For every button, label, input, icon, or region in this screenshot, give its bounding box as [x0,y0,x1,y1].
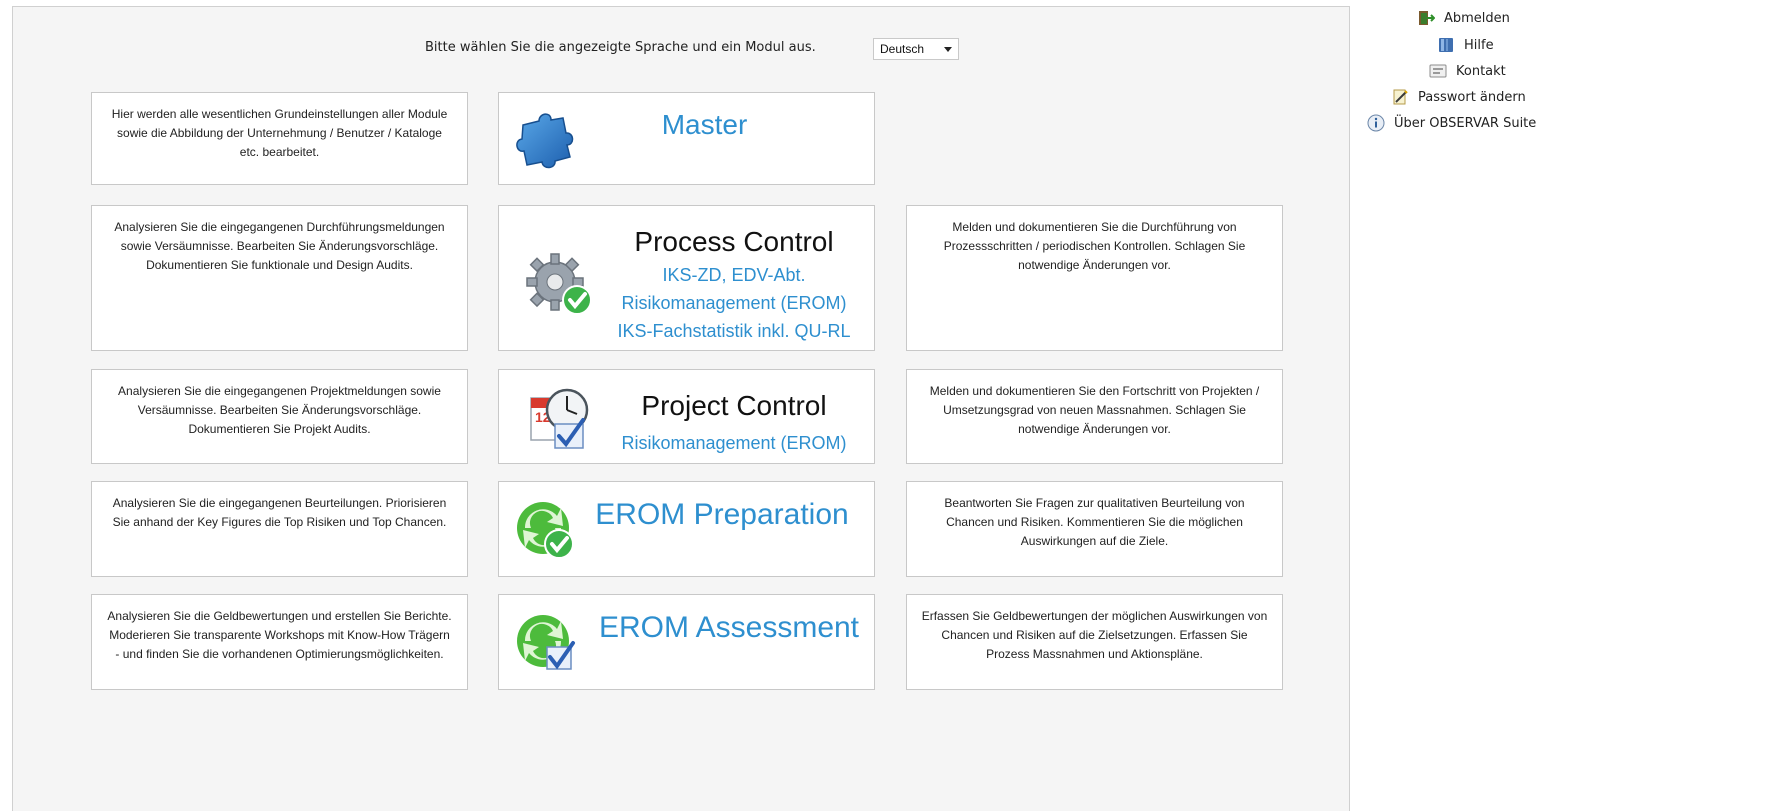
erom-preparation-admin-description: Analysieren Sie die eingegangenen Beurte… [91,481,468,577]
sidebar-item-label: Kontakt [1456,63,1506,79]
module-subtitle[interactable]: Risikomanagement (EROM) [599,290,869,316]
green-refresh-checkbox-icon [517,615,575,670]
module-title: Project Control [641,390,827,421]
info-icon [1367,114,1385,132]
module-subtitle[interactable]: IKS-Fachstatistik inkl. QU-RL [599,318,869,344]
password-edit-icon [1393,89,1408,105]
project-control-admin-description: Analysieren Sie die eingegangenen Projek… [91,369,468,464]
sidebar-item-ueber-observar[interactable]: Über OBSERVAR Suite [1367,114,1536,132]
sidebar-item-label: Über OBSERVAR Suite [1394,115,1537,131]
sidebar-item-passwort-aendern[interactable]: Passwort ändern [1391,88,1526,106]
module-erom-assessment[interactable]: EROM Assessment [498,594,875,690]
contact-card-icon [1429,64,1447,78]
sidebar-item-label: Passwort ändern [1418,89,1526,105]
erom-preparation-user-description: Beantworten Sie Fragen zur qualitativen … [906,481,1283,577]
process-control-admin-description: Analysieren Sie die eingegangenen Durchf… [91,205,468,351]
help-book-icon [1439,38,1453,52]
sidebar-item-label: Abmelden [1444,10,1510,26]
project-control-user-description: Melden und dokumentieren Sie den Fortsch… [906,369,1283,464]
language-select[interactable]: Deutsch [873,38,959,60]
module-title: Master [661,109,748,140]
logout-icon [1419,11,1435,25]
module-erom-preparation[interactable]: EROM Preparation [498,481,875,577]
module-title: Process Control [634,226,834,257]
erom-assessment-user-description: Erfassen Sie Geldbewertungen der möglich… [906,594,1283,690]
module-subtitle[interactable]: Risikomanagement (EROM) [599,430,869,456]
gear-check-icon [526,253,592,315]
module-subtitle[interactable]: IKS-ZD, EDV-Abt. [599,262,869,288]
calendar-clock-icon: 12 [530,388,589,449]
module-process-control[interactable]: Process Control IKS-ZD, EDV-Abt. Risikom… [498,205,875,351]
module-title: EROM Assessment [598,611,860,644]
sidebar-item-kontakt[interactable]: Kontakt [1429,62,1506,80]
sidebar-item-hilfe[interactable]: Hilfe [1437,36,1494,54]
master-admin-description: Hier werden alle wesentlichen Grundeinst… [91,92,468,185]
sidebar-item-label: Hilfe [1464,37,1494,53]
language-select-value: Deutsch [880,42,925,56]
erom-assessment-admin-description: Analysieren Sie die Geldbewertungen und … [91,594,468,690]
sidebar-item-abmelden[interactable]: Abmelden [1417,9,1510,27]
module-title: EROM Preparation [595,498,849,531]
module-project-control[interactable]: 12 Project Control Risikomanagement (ERO… [498,369,875,464]
green-refresh-check-icon [517,502,574,559]
language-prompt: Bitte wählen Sie die angezeigte Sprache … [425,40,816,55]
process-control-user-description: Melden und dokumentieren Sie die Durchfü… [906,205,1283,351]
chevron-down-icon [944,47,952,52]
language-row: Bitte wählen Sie die angezeigte Sprache … [13,38,1349,62]
module-master[interactable]: Master [498,92,875,185]
